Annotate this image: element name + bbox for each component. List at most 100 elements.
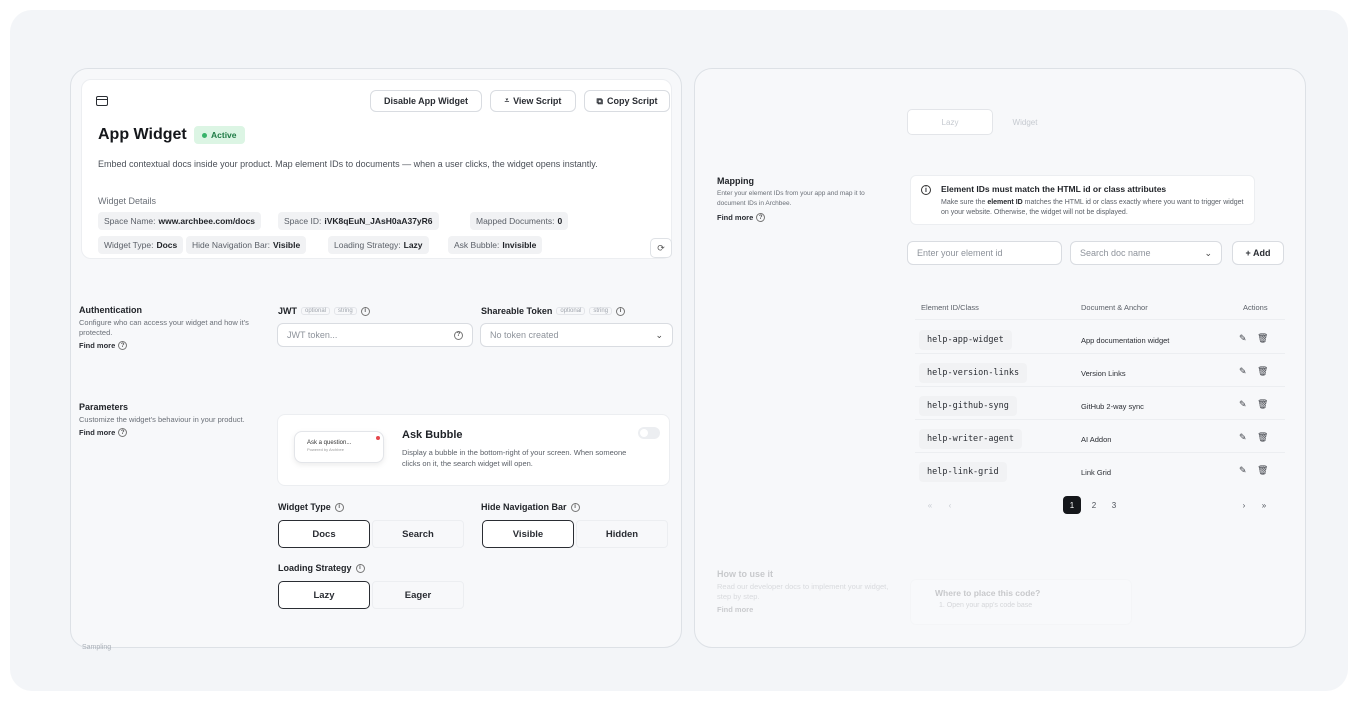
howto-card-body: 1. Open your app's code base [939, 602, 1033, 609]
detail-value: 0 [557, 216, 563, 226]
hide-nav-visible[interactable]: Visible [482, 520, 574, 548]
edit-icon[interactable]: ✎ [1239, 333, 1247, 344]
detail-label: Mapped Documents: [476, 216, 555, 226]
howto-find-more-link[interactable]: Find more [717, 605, 892, 614]
mapping-find-more-link[interactable]: Find more ? [717, 213, 892, 222]
disable-widget-button[interactable]: Disable App Widget [370, 90, 482, 112]
page-button-1[interactable]: 1 [1063, 496, 1081, 514]
tab-widget[interactable]: Widget [995, 109, 1055, 135]
mapping-title: Mapping [717, 176, 754, 186]
option-label: Hidden [605, 528, 639, 540]
find-more-label: Find more [79, 428, 116, 437]
document-cell: AI Addon [1081, 435, 1112, 444]
first-page-button[interactable]: « [921, 496, 939, 514]
page-button-2[interactable]: 2 [1085, 496, 1103, 514]
help-icon: ? [118, 428, 128, 437]
detail-label: Hide Navigation Bar: [192, 240, 270, 250]
tab-lazy[interactable]: Lazy [907, 109, 993, 135]
edit-icon[interactable]: ✎ [1239, 399, 1247, 410]
info-icon: i [921, 185, 931, 195]
find-more-label: Find more [717, 213, 754, 222]
note-body: Make sure the element ID matches the HTM… [941, 198, 1251, 218]
loading-lazy[interactable]: Lazy [278, 581, 370, 609]
row-divider [915, 386, 1285, 387]
howto-card: Where to place this code? 1. Open your a… [910, 579, 1132, 625]
element-id-cell: help-github-syng [919, 396, 1017, 416]
parameters-description: Customize the widget's behaviour in your… [79, 415, 245, 424]
chevron-down-icon: ⌄ [1204, 247, 1212, 258]
last-page-button[interactable]: » [1255, 496, 1273, 514]
trash-icon[interactable]: 🗑 [1257, 333, 1268, 344]
widget-type-docs[interactable]: Docs [278, 520, 370, 548]
hide-nav-hidden[interactable]: Hidden [576, 520, 668, 548]
widget-type-search[interactable]: Search [372, 520, 464, 548]
shareable-token-select[interactable]: No token created ⌄ [480, 323, 673, 347]
option-label: Lazy [313, 589, 335, 601]
column-header-actions: Actions [1243, 303, 1268, 312]
info-icon: i [355, 563, 365, 573]
detail-space-name: Space Name: www.archbee.com/docs [98, 212, 262, 230]
element-id-cell: help-writer-agent [919, 429, 1022, 449]
shareable-token-label: Shareable Token optional string i [481, 306, 626, 316]
help-icon: ? [118, 341, 128, 350]
doc-search-select[interactable]: Search doc name ⌄ [1070, 241, 1222, 265]
note-bold-text: element ID [987, 199, 1023, 206]
detail-value: Invisible [502, 240, 537, 250]
howto-title: How to use it [717, 569, 773, 579]
parameters-find-more-link[interactable]: Find more ? [79, 428, 259, 437]
prev-page-button[interactable]: ‹ [941, 496, 959, 514]
trash-icon[interactable]: 🗑 [1257, 432, 1268, 443]
edit-icon[interactable]: ✎ [1239, 366, 1247, 377]
app-background: Disable App Widget ⩡ View Script ⧉ Copy … [10, 10, 1348, 691]
ask-bubble-toggle[interactable] [638, 427, 660, 439]
mode-tabs: Lazy Widget [907, 109, 1057, 137]
bubble-preview-sub: Powered by Archbee [307, 447, 344, 452]
mapping-panel: Lazy Widget Mapping Enter your element I… [694, 68, 1306, 648]
loading-strategy-label: Loading Strategy i [278, 563, 365, 573]
loading-eager[interactable]: Eager [372, 581, 464, 609]
howto-description: Read our developer docs to implement you… [717, 582, 889, 601]
jwt-input[interactable]: JWT token... ? [277, 323, 473, 347]
next-page-button[interactable]: › [1235, 496, 1253, 514]
note-title: Element IDs must match the HTML id or cl… [941, 184, 1167, 194]
table-row: help-github-syng GitHub 2-way sync ✎ 🗑 [695, 393, 1305, 419]
trash-icon[interactable]: 🗑 [1257, 399, 1268, 410]
view-script-button[interactable]: ⩡ View Script [490, 90, 576, 112]
edit-icon[interactable]: ✎ [1239, 432, 1247, 443]
bubble-preview-text: Ask a question... [307, 440, 352, 446]
shareable-label-text: Shareable Token [481, 306, 553, 316]
row-divider [915, 419, 1285, 420]
ask-bubble-title: Ask Bubble [402, 429, 463, 441]
table-row: help-writer-agent AI Addon ✎ 🗑 [695, 426, 1305, 452]
detail-label: Loading Strategy: [334, 240, 401, 250]
howto-card-title: Where to place this code? [935, 588, 1041, 598]
tab-label: Lazy [941, 117, 959, 127]
widget-settings-panel: Disable App Widget ⩡ View Script ⧉ Copy … [70, 68, 682, 648]
help-icon: ? [756, 213, 766, 222]
edit-icon[interactable]: ✎ [1239, 465, 1247, 476]
widget-description: Embed contextual docs inside your produc… [98, 159, 598, 169]
copy-script-label: Copy Script [606, 96, 658, 106]
ask-bubble-card: Ask a question... Powered by Archbee Ask… [277, 414, 670, 486]
details-label: Widget Details [98, 196, 157, 206]
info-icon: i [334, 502, 344, 512]
refresh-button[interactable]: ⟳ [650, 238, 672, 258]
hide-nav-label: Hide Navigation Bar i [481, 502, 580, 512]
disable-widget-label: Disable App Widget [383, 96, 469, 106]
info-icon: i [360, 306, 370, 316]
document-cell: Version Links [1081, 369, 1126, 378]
authentication-find-more-link[interactable]: Find more ? [79, 341, 259, 350]
detail-label: Ask Bubble: [454, 240, 500, 250]
page-button-3[interactable]: 3 [1105, 496, 1123, 514]
element-id-cell: help-version-links [919, 363, 1028, 383]
authentication-section: Authentication Configure who can access … [79, 305, 259, 350]
trash-icon[interactable]: 🗑 [1257, 465, 1268, 476]
element-id-input[interactable]: Enter your element id [907, 241, 1062, 265]
doc-search-placeholder: Search doc name [1080, 248, 1151, 258]
copy-script-button[interactable]: ⧉ Copy Script [584, 90, 670, 112]
trash-icon[interactable]: 🗑 [1257, 366, 1268, 377]
add-mapping-button[interactable]: + Add [1232, 241, 1284, 265]
add-label: + Add [1245, 248, 1271, 258]
detail-value: Lazy [403, 240, 423, 250]
detail-label: Widget Type: [104, 240, 154, 250]
